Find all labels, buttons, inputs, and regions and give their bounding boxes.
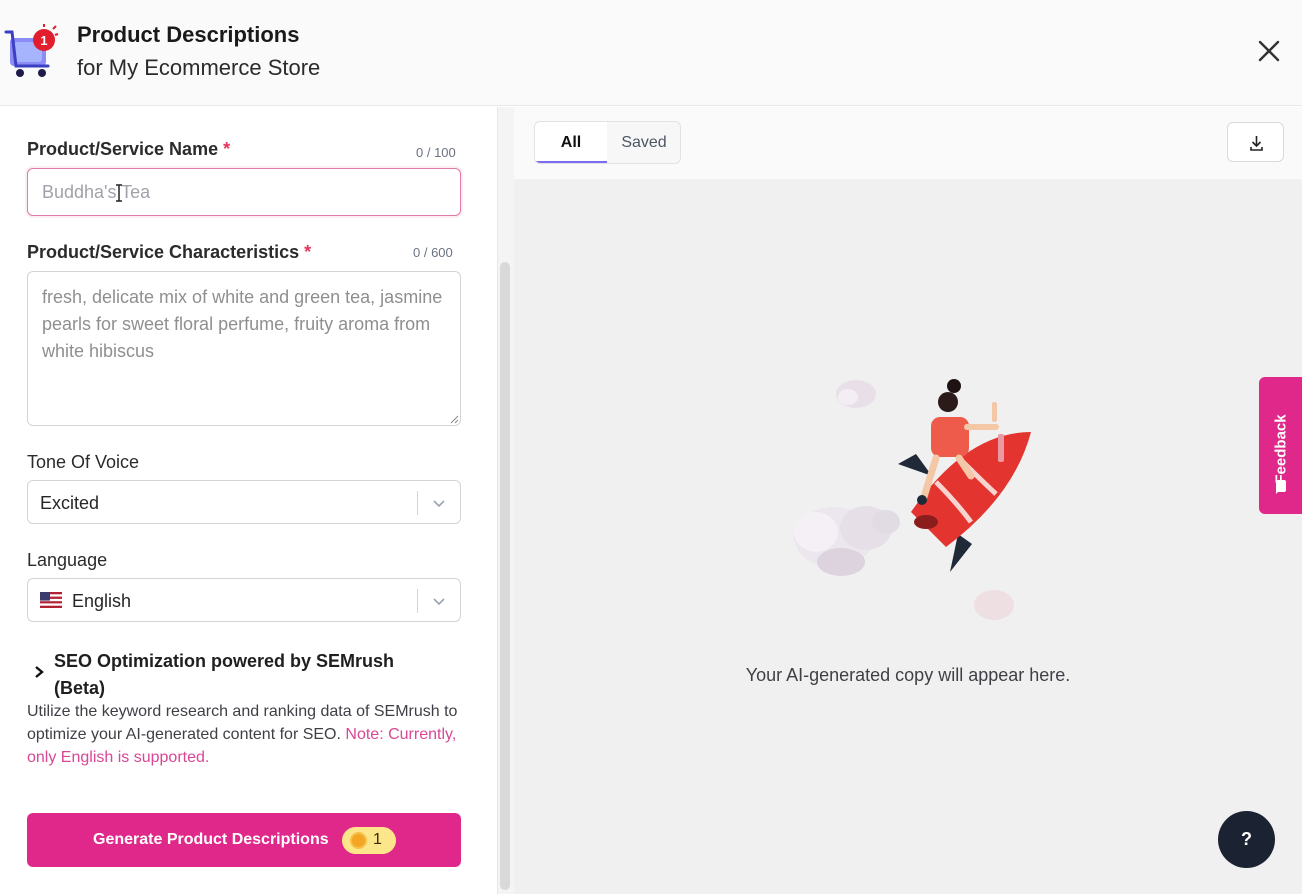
select-divider <box>417 491 418 515</box>
characteristics-textarea[interactable] <box>27 271 461 426</box>
language-label: Language <box>27 550 108 570</box>
us-flag-icon <box>40 592 62 608</box>
chevron-right-icon[interactable] <box>33 664 45 680</box>
text-cursor-icon <box>116 184 122 202</box>
language-select[interactable]: English <box>27 578 461 622</box>
coin-icon <box>350 832 367 849</box>
characteristics-field-label: Product/Service Characteristics * <box>27 242 312 262</box>
logo-badge: 1 <box>40 33 47 48</box>
tab-saved[interactable]: Saved <box>608 122 680 163</box>
form-scrollbar[interactable] <box>500 262 510 890</box>
help-button[interactable]: ? <box>1218 811 1275 868</box>
feedback-label: Feedback <box>1272 414 1290 484</box>
feedback-tab[interactable]: Feedback <box>1259 377 1302 514</box>
resize-grip-icon[interactable] <box>449 414 459 424</box>
output-tabs: All Saved <box>534 121 681 164</box>
tab-all[interactable]: All <box>535 122 607 163</box>
chevron-down-icon[interactable] <box>432 594 446 608</box>
tone-label: Tone Of Voice <box>27 452 140 472</box>
chevron-down-icon[interactable] <box>432 496 446 510</box>
language-selected-value: English <box>72 591 132 611</box>
shopping-cart-icon: 1 <box>4 24 59 77</box>
generate-button[interactable]: Generate Product Descriptions 1 <box>27 813 461 867</box>
credit-badge: 1 <box>342 827 396 854</box>
characteristics-char-counter: 0 / 600 <box>413 245 453 260</box>
seo-description: Utilize the keyword research and ranking… <box>27 700 467 769</box>
rocket-illustration <box>794 379 1031 620</box>
page-subtitle: for My Ecommerce Store <box>77 55 321 80</box>
chat-bubble-icon <box>1276 480 1286 494</box>
download-button[interactable] <box>1227 122 1284 162</box>
tone-select[interactable]: Excited <box>27 480 461 524</box>
seo-section-toggle[interactable]: SEO Optimization powered by SEMrush (Bet… <box>54 648 434 702</box>
name-char-counter: 0 / 100 <box>416 145 456 160</box>
output-toolbar: All Saved <box>514 107 1302 179</box>
close-icon[interactable] <box>1254 36 1284 66</box>
help-label: ? <box>1241 829 1252 849</box>
empty-state-message: Your AI-generated copy will appear here. <box>745 665 1071 685</box>
generate-button-label: Generate Product Descriptions <box>93 831 329 848</box>
modal-header: 1 Product Descriptions for My Ecommerce … <box>0 0 1302 106</box>
credit-count: 1 <box>373 831 382 848</box>
download-icon <box>1250 136 1263 151</box>
output-panel: All Saved Your AI-generated copy will ap… <box>514 107 1302 894</box>
tone-selected-value: Excited <box>40 493 100 513</box>
product-name-input[interactable] <box>27 168 461 216</box>
name-field-label: Product/Service Name * <box>27 139 231 159</box>
required-mark: * <box>304 242 312 262</box>
select-divider <box>417 589 418 613</box>
required-mark: * <box>223 139 231 159</box>
page-title: Product Descriptions <box>77 22 300 47</box>
